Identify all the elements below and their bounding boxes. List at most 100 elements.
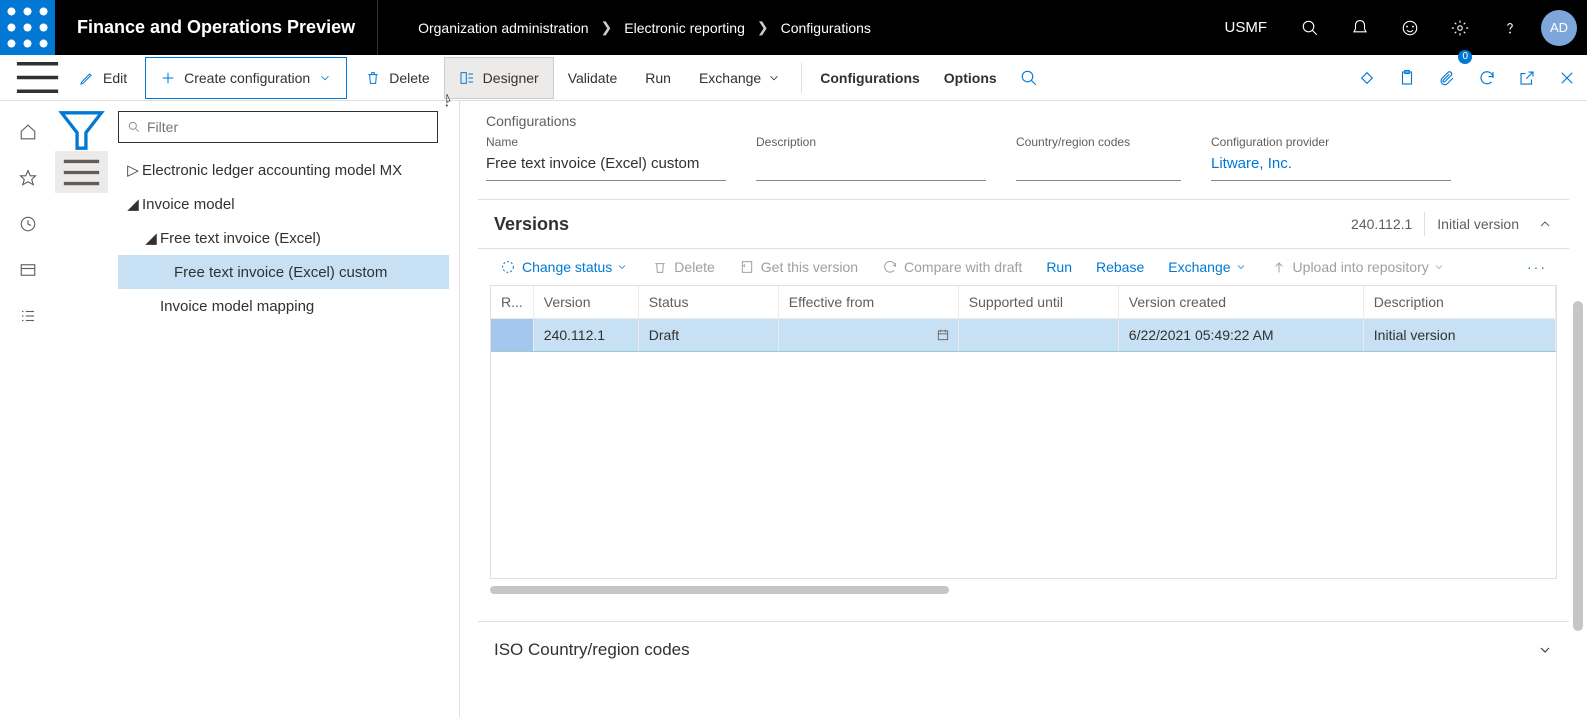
popout-icon[interactable] <box>1507 55 1547 101</box>
rebase-button[interactable]: Rebase <box>1086 255 1154 279</box>
search-icon[interactable] <box>1285 0 1335 55</box>
scroll-thumb[interactable] <box>490 586 949 594</box>
close-icon[interactable] <box>1547 55 1587 101</box>
exchange-button[interactable]: Exchange <box>685 59 795 97</box>
attachment-badge: 0 <box>1458 50 1472 64</box>
cell-created[interactable]: 6/22/2021 05:49:22 AM <box>1118 319 1363 352</box>
field-label: Country/region codes <box>1016 135 1181 149</box>
field-value[interactable]: Free text invoice (Excel) custom <box>486 155 726 181</box>
provider-field: Configuration provider Litware, Inc. <box>1211 135 1451 181</box>
feedback-icon[interactable] <box>1385 0 1435 55</box>
favorites-icon[interactable] <box>0 155 55 201</box>
cell-supported[interactable] <box>958 319 1118 352</box>
get-version-button[interactable]: Get this version <box>729 255 868 279</box>
workspace-icon[interactable] <box>0 247 55 293</box>
cell-version[interactable]: 240.112.1 <box>533 319 638 352</box>
versions-section-header[interactable]: Versions 240.112.1 Initial version <box>478 199 1569 248</box>
main-area: ▷Electronic ledger accounting model MX ◢… <box>0 101 1587 717</box>
horizontal-scrollbar[interactable] <box>490 583 1557 597</box>
diamond-icon[interactable] <box>1347 55 1387 101</box>
iso-section-header[interactable]: ISO Country/region codes <box>478 621 1569 678</box>
versions-toolbar: Change status Delete Get this version Co… <box>478 248 1569 285</box>
notifications-icon[interactable] <box>1335 0 1385 55</box>
run-button[interactable]: Run <box>631 59 685 97</box>
edit-button[interactable]: Edit <box>65 59 141 97</box>
breadcrumb-item[interactable]: Organization administration <box>418 20 588 36</box>
side-actions <box>55 101 108 717</box>
tree-item[interactable]: Invoice model mapping <box>118 289 449 323</box>
filter-field[interactable] <box>147 119 429 135</box>
header-fields: Name Free text invoice (Excel) custom De… <box>478 135 1569 181</box>
app-launcher-button[interactable] <box>0 0 55 55</box>
run-version-button[interactable]: Run <box>1036 255 1082 279</box>
more-actions-button[interactable]: ··· <box>1517 255 1557 279</box>
breadcrumb-item[interactable]: Configurations <box>781 20 871 36</box>
tab-label: Options <box>944 70 997 86</box>
cell-desc[interactable]: Initial version <box>1363 319 1555 352</box>
col-supported[interactable]: Supported until <box>958 286 1118 319</box>
user-avatar[interactable]: AD <box>1541 10 1577 46</box>
designer-button[interactable]: Designer <box>444 57 554 99</box>
field-value[interactable] <box>756 155 986 181</box>
cell-effective[interactable] <box>778 319 958 352</box>
tree-item[interactable]: ◢Invoice model <box>118 187 449 221</box>
caret-right-icon: ▷ <box>124 161 142 179</box>
delete-button[interactable]: Delete <box>351 59 443 97</box>
country-codes-field: Country/region codes <box>1016 135 1181 181</box>
col-status[interactable]: Status <box>638 286 778 319</box>
delete-version-button[interactable]: Delete <box>642 255 724 279</box>
upload-repository-button[interactable]: Upload into repository <box>1261 255 1455 279</box>
col-version[interactable]: Version <box>533 286 638 319</box>
recent-icon[interactable] <box>0 201 55 247</box>
vertical-scrollbar[interactable] <box>1573 301 1583 631</box>
grid-row[interactable]: 240.112.1 Draft 6/22/2021 05:49:22 AM In… <box>491 319 1556 352</box>
field-value[interactable]: Litware, Inc. <box>1211 155 1451 181</box>
breadcrumb-item[interactable]: Electronic reporting <box>624 20 745 36</box>
clipboard-icon[interactable] <box>1387 55 1427 101</box>
cell-r[interactable] <box>491 319 533 352</box>
designer-label: Designer <box>483 70 539 86</box>
refresh-icon[interactable] <box>1467 55 1507 101</box>
grid-header-row: R... Version Status Effective from Suppo… <box>491 286 1556 319</box>
legal-entity[interactable]: USMF <box>1225 19 1286 36</box>
tree-item[interactable]: ▷Electronic ledger accounting model MX <box>118 153 449 187</box>
description-field: Description <box>756 135 986 181</box>
modules-icon[interactable] <box>0 293 55 339</box>
versions-grid: R... Version Status Effective from Suppo… <box>490 285 1557 579</box>
calendar-icon[interactable] <box>936 328 950 342</box>
btn-label: Compare with draft <box>904 259 1022 275</box>
help-icon[interactable] <box>1485 0 1535 55</box>
run-label: Run <box>645 70 671 86</box>
col-description[interactable]: Description <box>1363 286 1555 319</box>
options-tab[interactable]: Options <box>932 59 1009 97</box>
tree-item-label: Free text invoice (Excel) <box>160 230 321 247</box>
col-created[interactable]: Version created <box>1118 286 1363 319</box>
tree-item-selected[interactable]: Free text invoice (Excel) custom <box>118 255 449 289</box>
tree-item[interactable]: ◢Free text invoice (Excel) <box>118 221 449 255</box>
list-view-icon[interactable] <box>55 151 108 193</box>
caret-down-icon: ◢ <box>124 195 142 213</box>
col-effective[interactable]: Effective from <box>778 286 958 319</box>
home-icon[interactable] <box>0 109 55 155</box>
tree-filter-input[interactable] <box>118 111 438 143</box>
global-header: Finance and Operations Preview Organizat… <box>0 0 1587 55</box>
configuration-tree-panel: ▷Electronic ledger accounting model MX ◢… <box>108 101 460 717</box>
configurations-tab[interactable]: Configurations <box>808 59 932 97</box>
validate-button[interactable]: Validate <box>554 59 632 97</box>
settings-icon[interactable] <box>1435 0 1485 55</box>
toggle-nav-button[interactable] <box>10 55 65 101</box>
change-status-button[interactable]: Change status <box>490 255 638 279</box>
version-summary-desc: Initial version <box>1437 216 1519 232</box>
create-configuration-button[interactable]: Create configuration <box>145 57 347 99</box>
search-action-icon[interactable] <box>1009 55 1049 101</box>
field-value[interactable] <box>1016 155 1181 181</box>
tree-item-label: Invoice model <box>142 196 235 213</box>
col-r[interactable]: R... <box>491 286 533 319</box>
cell-status[interactable]: Draft <box>638 319 778 352</box>
tab-label: Configurations <box>820 70 920 86</box>
compare-button[interactable]: Compare with draft <box>872 255 1032 279</box>
validate-label: Validate <box>568 70 618 86</box>
exchange-version-button[interactable]: Exchange <box>1158 255 1256 279</box>
attachments-icon[interactable]: 0 <box>1427 55 1467 101</box>
btn-label: Upload into repository <box>1293 259 1429 275</box>
